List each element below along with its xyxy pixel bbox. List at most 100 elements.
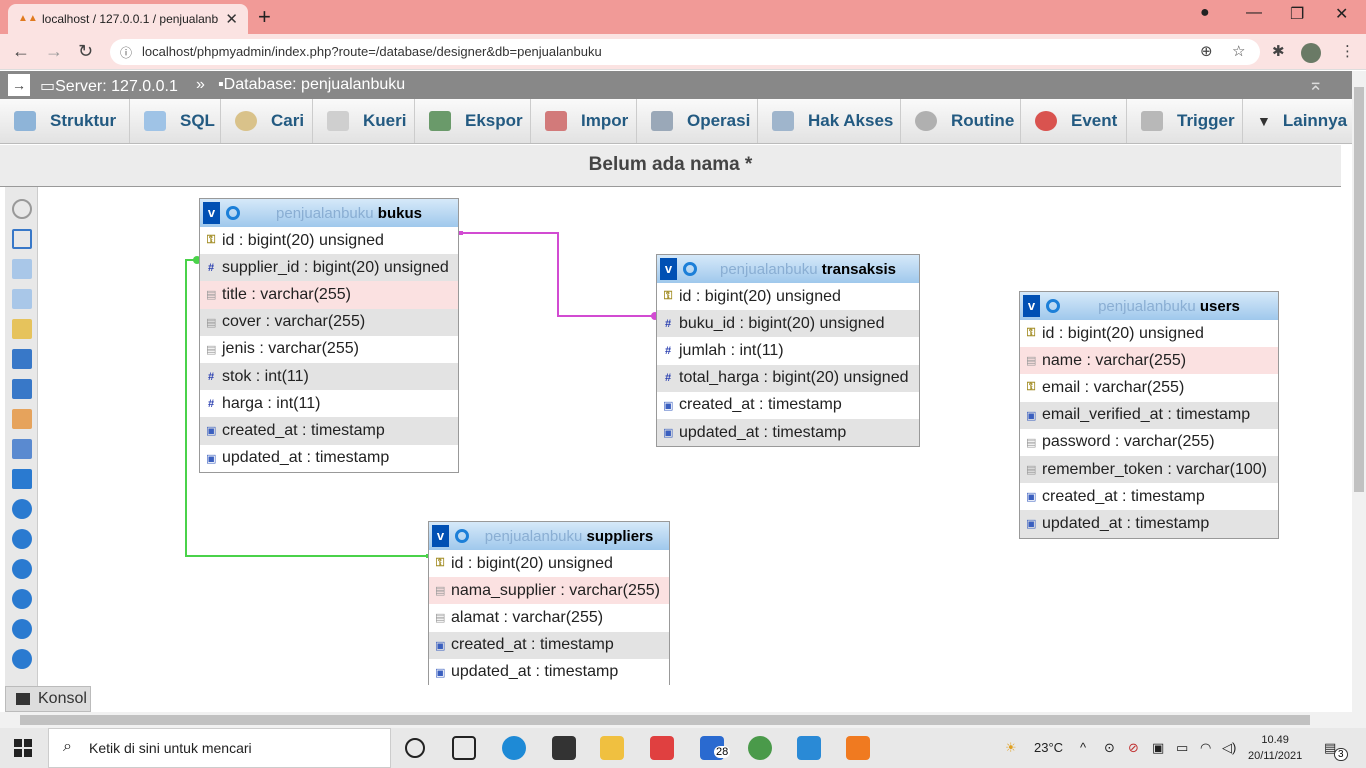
store-icon[interactable]	[552, 736, 576, 760]
toggle-columns-icon[interactable]: v	[432, 525, 449, 547]
xampp-icon[interactable]	[846, 736, 870, 760]
column-row[interactable]: ▤ name : varchar(255)	[1020, 347, 1278, 375]
column-row[interactable]: ▤ alamat : varchar(255)	[429, 604, 669, 631]
minimize-icon[interactable]: —	[1246, 4, 1262, 22]
grid-icon[interactable]	[12, 619, 32, 639]
browser-tab[interactable]: ▲▲ localhost / 127.0.0.1 / penjualanb ✕	[8, 4, 248, 34]
designer-table-suppliers[interactable]: v penjualanbuku suppliers ⚿ id : bigint(2…	[428, 521, 670, 685]
wifi-icon[interactable]: ◠	[1200, 740, 1211, 756]
file-explorer-icon[interactable]	[600, 736, 624, 760]
column-row[interactable]: ⚿ id : bigint(20) unsigned	[1020, 320, 1278, 347]
close-window-icon[interactable]: ✕	[1335, 4, 1348, 24]
save-icon[interactable]	[12, 349, 32, 369]
toggle-columns-icon[interactable]: v	[203, 202, 220, 224]
extensions-icon[interactable]: ✱	[1272, 42, 1285, 60]
column-row[interactable]: # harga : int(11)	[200, 390, 458, 417]
profile-menu-icon[interactable]: ●	[1200, 4, 1210, 22]
weather-icon[interactable]: ☀	[1005, 740, 1017, 756]
back-icon[interactable]: ←	[12, 41, 30, 62]
column-row[interactable]: ▣ created_at : timestamp	[1020, 483, 1278, 510]
add-tables-icon[interactable]	[12, 259, 32, 279]
column-row[interactable]: ▣ created_at : timestamp	[200, 417, 458, 445]
tab-operasi[interactable]: Operasi	[637, 99, 758, 143]
column-row[interactable]: ⚿ id : bigint(20) unsigned	[429, 550, 669, 577]
browser-menu-icon[interactable]: ⋮	[1340, 42, 1355, 60]
tab-event[interactable]: Event	[1021, 99, 1127, 143]
relation-line-icon[interactable]	[12, 469, 32, 489]
snap-to-grid-icon[interactable]	[12, 589, 32, 609]
battery-icon[interactable]: ▭	[1176, 740, 1188, 756]
column-row[interactable]: # supplier_id : bigint(20) unsigned	[200, 254, 458, 282]
toggle-columns-icon[interactable]: v	[660, 258, 677, 280]
tab-lainnya[interactable]: ▼ Lainnya	[1243, 99, 1352, 143]
column-row[interactable]: ▤ jenis : varchar(255)	[200, 336, 458, 363]
column-row[interactable]: ▣ updated_at : timestamp	[200, 445, 458, 472]
gear-icon[interactable]	[1046, 299, 1060, 313]
collapse-header-icon[interactable]: ⌅	[1308, 74, 1323, 95]
tray-security-icon[interactable]: ⊘	[1128, 740, 1139, 756]
edge-icon[interactable]	[502, 736, 526, 760]
new-page-icon[interactable]	[12, 289, 32, 309]
relation-line-bukus-transaksis[interactable]	[461, 232, 655, 317]
column-row[interactable]: ▤ cover : varchar(255)	[200, 308, 458, 336]
vscode-icon[interactable]	[797, 736, 821, 760]
column-row[interactable]: ⚿ id : bigint(20) unsigned	[200, 227, 458, 254]
column-row[interactable]: ▣ email_verified_at : timestamp	[1020, 401, 1278, 429]
table-header[interactable]: v penjualanbuku bukus	[200, 199, 458, 227]
edit-page-icon[interactable]	[12, 319, 32, 339]
column-row[interactable]: ▣ updated_at : timestamp	[1020, 510, 1278, 538]
delete-page-icon[interactable]	[12, 409, 32, 429]
gear-icon[interactable]	[455, 529, 469, 543]
task-view-icon[interactable]	[452, 736, 476, 760]
reload-icon[interactable]: ↻	[78, 41, 93, 62]
tab-routine[interactable]: Routine	[901, 99, 1021, 143]
column-row[interactable]: ▣ created_at : timestamp	[657, 392, 919, 419]
gear-icon[interactable]	[226, 206, 240, 220]
tray-app-icon[interactable]: ⊙	[1104, 740, 1115, 756]
show-hide-menu-icon[interactable]	[12, 199, 32, 219]
small-big-icon[interactable]	[12, 649, 32, 669]
help-icon[interactable]	[12, 529, 32, 549]
site-info-icon[interactable]: ⓘ	[120, 44, 132, 61]
horizontal-scrollbar[interactable]	[0, 712, 1352, 728]
column-row[interactable]: ⚿ id : bigint(20) unsigned	[657, 283, 919, 310]
scroll-thumb[interactable]	[1354, 87, 1364, 492]
forward-icon[interactable]: →	[45, 41, 63, 62]
console-button[interactable]: Konsol	[5, 686, 91, 712]
tab-struktur[interactable]: Struktur	[0, 99, 130, 143]
angular-links-icon[interactable]	[12, 559, 32, 579]
column-row[interactable]: ▣ updated_at : timestamp	[657, 418, 919, 447]
chrome-icon[interactable]	[748, 736, 772, 760]
column-row[interactable]: ▤ remember_token : varchar(100)	[1020, 455, 1278, 484]
tab-ekspor[interactable]: Ekspor	[415, 99, 531, 143]
new-tab-icon[interactable]: +	[258, 4, 271, 30]
system-clock[interactable]: 10.49 20/11/2021	[1248, 732, 1302, 764]
reload-icon[interactable]	[12, 499, 32, 519]
column-row[interactable]: ▣ updated_at : timestamp	[429, 659, 669, 685]
column-row[interactable]: ▤ nama_supplier : varchar(255)	[429, 577, 669, 605]
column-row[interactable]: ▤ title : varchar(255)	[200, 281, 458, 309]
tray-network-app-icon[interactable]: ▣	[1152, 740, 1164, 756]
bookmark-star-icon[interactable]: ☆	[1232, 42, 1245, 60]
windows-start-icon[interactable]	[14, 739, 32, 757]
taskbar-search[interactable]: ⌕ Ketik di sini untuk mencari	[48, 728, 391, 768]
table-header[interactable]: v penjualanbuku users	[1020, 292, 1278, 320]
vertical-scrollbar[interactable]	[1352, 71, 1366, 728]
designer-table-transaksis[interactable]: v penjualanbuku transaksis ⚿ id : bigint(…	[656, 254, 920, 448]
gear-icon[interactable]	[683, 262, 697, 276]
server-crumb[interactable]: ▭Server: 127.0.0.1	[40, 76, 178, 96]
designer-table-bukus[interactable]: v penjualanbuku bukus ⚿ id : bigint(20) u…	[199, 198, 459, 473]
url-field[interactable]: ⓘ localhost/phpmyadmin/index.php?route=/…	[110, 39, 1260, 65]
toggle-columns-icon[interactable]: v	[1023, 295, 1040, 317]
column-row[interactable]: # jumlah : int(11)	[657, 337, 919, 364]
column-row[interactable]: ⚿ email : varchar(255)	[1020, 374, 1278, 401]
volume-icon[interactable]: ◁)	[1222, 740, 1236, 756]
gift-icon[interactable]	[650, 736, 674, 760]
tab-cari[interactable]: Cari	[221, 99, 313, 143]
fullscreen-icon[interactable]	[12, 229, 32, 249]
tab-trigger[interactable]: Trigger	[1127, 99, 1243, 143]
navigation-toggle-icon[interactable]: →	[8, 74, 30, 96]
tab-hak-akses[interactable]: Hak Akses	[758, 99, 901, 143]
table-header[interactable]: v penjualanbuku suppliers	[429, 522, 669, 550]
column-row[interactable]: ▣ created_at : timestamp	[429, 631, 669, 659]
